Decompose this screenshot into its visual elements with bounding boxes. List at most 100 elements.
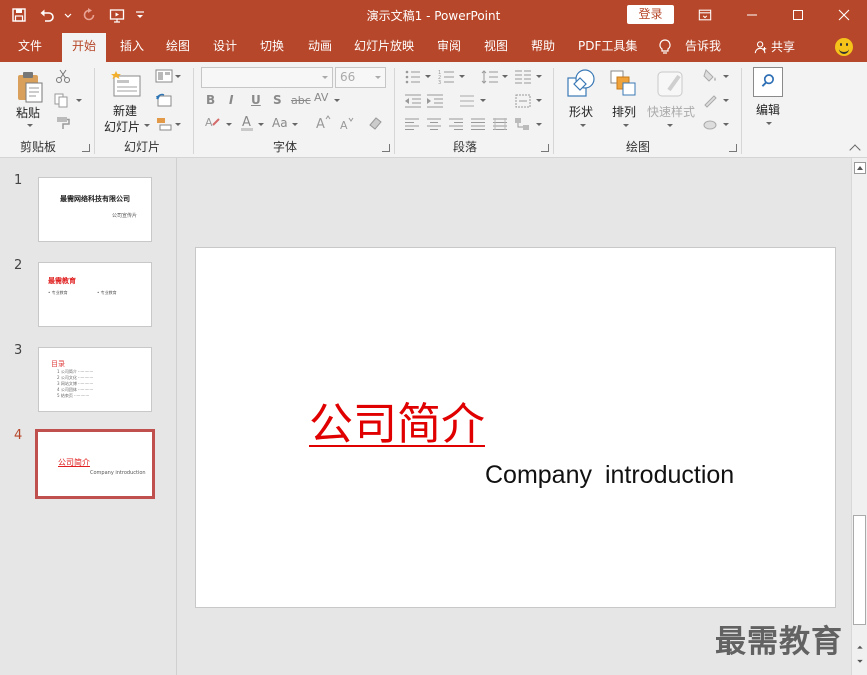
tab-slideshow[interactable]: 幻灯片放映: [352, 36, 416, 62]
columns-icon[interactable]: [514, 68, 532, 86]
underline-button[interactable]: U: [251, 93, 261, 107]
shape-fill-dropdown-icon[interactable]: [723, 75, 729, 78]
editing-dropdown-icon[interactable]: [766, 122, 772, 125]
paragraph-launcher-icon[interactable]: [541, 144, 549, 152]
copy-icon[interactable]: [53, 92, 71, 108]
reset-icon[interactable]: [155, 93, 173, 109]
find-icon[interactable]: [753, 67, 783, 97]
shape-outline-icon[interactable]: [702, 92, 718, 108]
tab-review[interactable]: 审阅: [435, 36, 463, 62]
copy-dropdown-icon[interactable]: [76, 99, 82, 102]
section-dropdown-icon[interactable]: [175, 123, 181, 126]
font-name-combobox[interactable]: [201, 67, 333, 88]
align-right-icon[interactable]: [448, 117, 464, 131]
shapes-dropdown-icon[interactable]: [580, 124, 586, 127]
line-spacing-icon[interactable]: [481, 69, 499, 85]
align-left-icon[interactable]: [404, 117, 420, 131]
slide-subtitle[interactable]: Company introduction: [485, 461, 734, 490]
bullets-dropdown-icon[interactable]: [425, 75, 431, 78]
tab-animations[interactable]: 动画: [306, 36, 334, 62]
editing-label[interactable]: 编辑: [756, 101, 780, 118]
close-icon[interactable]: [821, 0, 867, 30]
line-spacing-dropdown-icon[interactable]: [502, 75, 508, 78]
start-from-beginning-icon[interactable]: [106, 5, 128, 25]
slide-thumbnail-1[interactable]: 最需网络科技有限公司 公司宣传片: [38, 177, 152, 242]
decrease-indent-icon[interactable]: [404, 93, 422, 109]
minimize-icon[interactable]: [729, 0, 775, 30]
shape-outline-dropdown-icon[interactable]: [723, 99, 729, 102]
align-center-icon[interactable]: [426, 117, 442, 131]
feedback-smiley-icon[interactable]: [835, 38, 853, 56]
tab-pdf-tools[interactable]: PDF工具集: [576, 36, 639, 62]
layout-dropdown-icon[interactable]: [175, 75, 181, 78]
columns-dropdown-icon[interactable]: [536, 75, 542, 78]
new-slide-label-1[interactable]: 新建: [113, 102, 137, 119]
shapes-label[interactable]: 形状: [569, 103, 593, 120]
slide-thumbnail-3[interactable]: 目录 1 公司简介 ············ 2 公司文化 ··········…: [38, 347, 152, 412]
scroll-thumb[interactable]: [853, 515, 866, 625]
increase-indent-icon[interactable]: [426, 93, 444, 109]
align-text-icon[interactable]: [514, 92, 532, 110]
collapse-ribbon-icon[interactable]: [849, 144, 861, 156]
previous-slide-icon[interactable]: ⏶: [855, 644, 865, 654]
font-launcher-icon[interactable]: [382, 144, 390, 152]
text-direction-dropdown-icon[interactable]: [480, 99, 486, 102]
tab-file[interactable]: 文件: [16, 36, 44, 62]
next-slide-icon[interactable]: ⏷: [855, 658, 865, 668]
bold-button[interactable]: B: [206, 93, 215, 107]
section-icon[interactable]: [155, 116, 173, 132]
smartart-icon[interactable]: [514, 116, 532, 132]
text-direction-icon[interactable]: [458, 93, 476, 109]
save-icon[interactable]: [8, 5, 30, 25]
numbering-icon[interactable]: 123: [438, 69, 456, 85]
format-painter-icon[interactable]: [55, 115, 71, 131]
scroll-up-icon[interactable]: [854, 162, 866, 174]
spacing-dropdown-icon[interactable]: [334, 99, 340, 102]
font-color-icon[interactable]: A: [240, 114, 254, 132]
align-text-dropdown-icon[interactable]: [536, 99, 542, 102]
undo-icon[interactable]: [36, 5, 58, 25]
eraser-icon[interactable]: [367, 115, 383, 131]
distributed-icon[interactable]: [492, 117, 508, 131]
tab-design[interactable]: 设计: [211, 36, 239, 62]
arrange-label[interactable]: 排列: [612, 103, 636, 120]
font-size-combobox[interactable]: 66: [335, 67, 386, 88]
text-shadow-button[interactable]: S: [273, 93, 282, 107]
undo-dropdown-icon[interactable]: [64, 5, 72, 25]
bullets-icon[interactable]: [404, 69, 422, 85]
justify-icon[interactable]: [470, 117, 486, 131]
slide-thumbnail-2[interactable]: 最需教育 • 专业教育 • 专业教育: [38, 262, 152, 327]
shape-effects-dropdown-icon[interactable]: [723, 123, 729, 126]
shapes-icon[interactable]: [566, 68, 596, 100]
tell-me-search[interactable]: 告诉我: [683, 36, 723, 62]
tab-help[interactable]: 帮助: [529, 36, 557, 62]
clipboard-launcher-icon[interactable]: [82, 144, 90, 152]
cut-icon[interactable]: [55, 68, 71, 84]
layout-icon[interactable]: [155, 69, 173, 83]
shape-fill-icon[interactable]: [702, 68, 718, 84]
login-button[interactable]: 登录: [627, 5, 674, 24]
new-slide-label-2[interactable]: 幻灯片: [104, 118, 140, 135]
shape-effects-icon[interactable]: [702, 116, 718, 132]
customize-qat-icon[interactable]: [134, 5, 146, 25]
tab-insert[interactable]: 插入: [118, 36, 146, 62]
quick-styles-dropdown-icon[interactable]: [667, 124, 673, 127]
paste-label[interactable]: 粘贴: [16, 104, 40, 121]
share-button[interactable]: 共享: [754, 38, 795, 55]
new-slide-dropdown-icon[interactable]: [144, 124, 150, 127]
quick-styles-label[interactable]: 快速样式: [647, 103, 695, 120]
italic-button[interactable]: I: [229, 93, 233, 107]
slide-title[interactable]: 公司简介: [309, 388, 485, 452]
numbering-dropdown-icon[interactable]: [459, 75, 465, 78]
clear-formatting-icon[interactable]: A: [204, 115, 222, 131]
tab-draw[interactable]: 绘图: [164, 36, 192, 62]
decrease-font-size-icon[interactable]: A: [339, 116, 355, 132]
tab-view[interactable]: 视图: [482, 36, 510, 62]
ribbon-display-options-icon[interactable]: [694, 5, 716, 25]
vertical-scrollbar[interactable]: ⏶ ⏷: [851, 158, 867, 675]
redo-icon[interactable]: [78, 5, 100, 25]
clear-dropdown-icon[interactable]: [226, 123, 232, 126]
drawing-launcher-icon[interactable]: [729, 144, 737, 152]
slide-thumbnail-4[interactable]: 公司简介 Company introduction: [35, 429, 155, 499]
paste-dropdown-icon[interactable]: [27, 124, 33, 127]
